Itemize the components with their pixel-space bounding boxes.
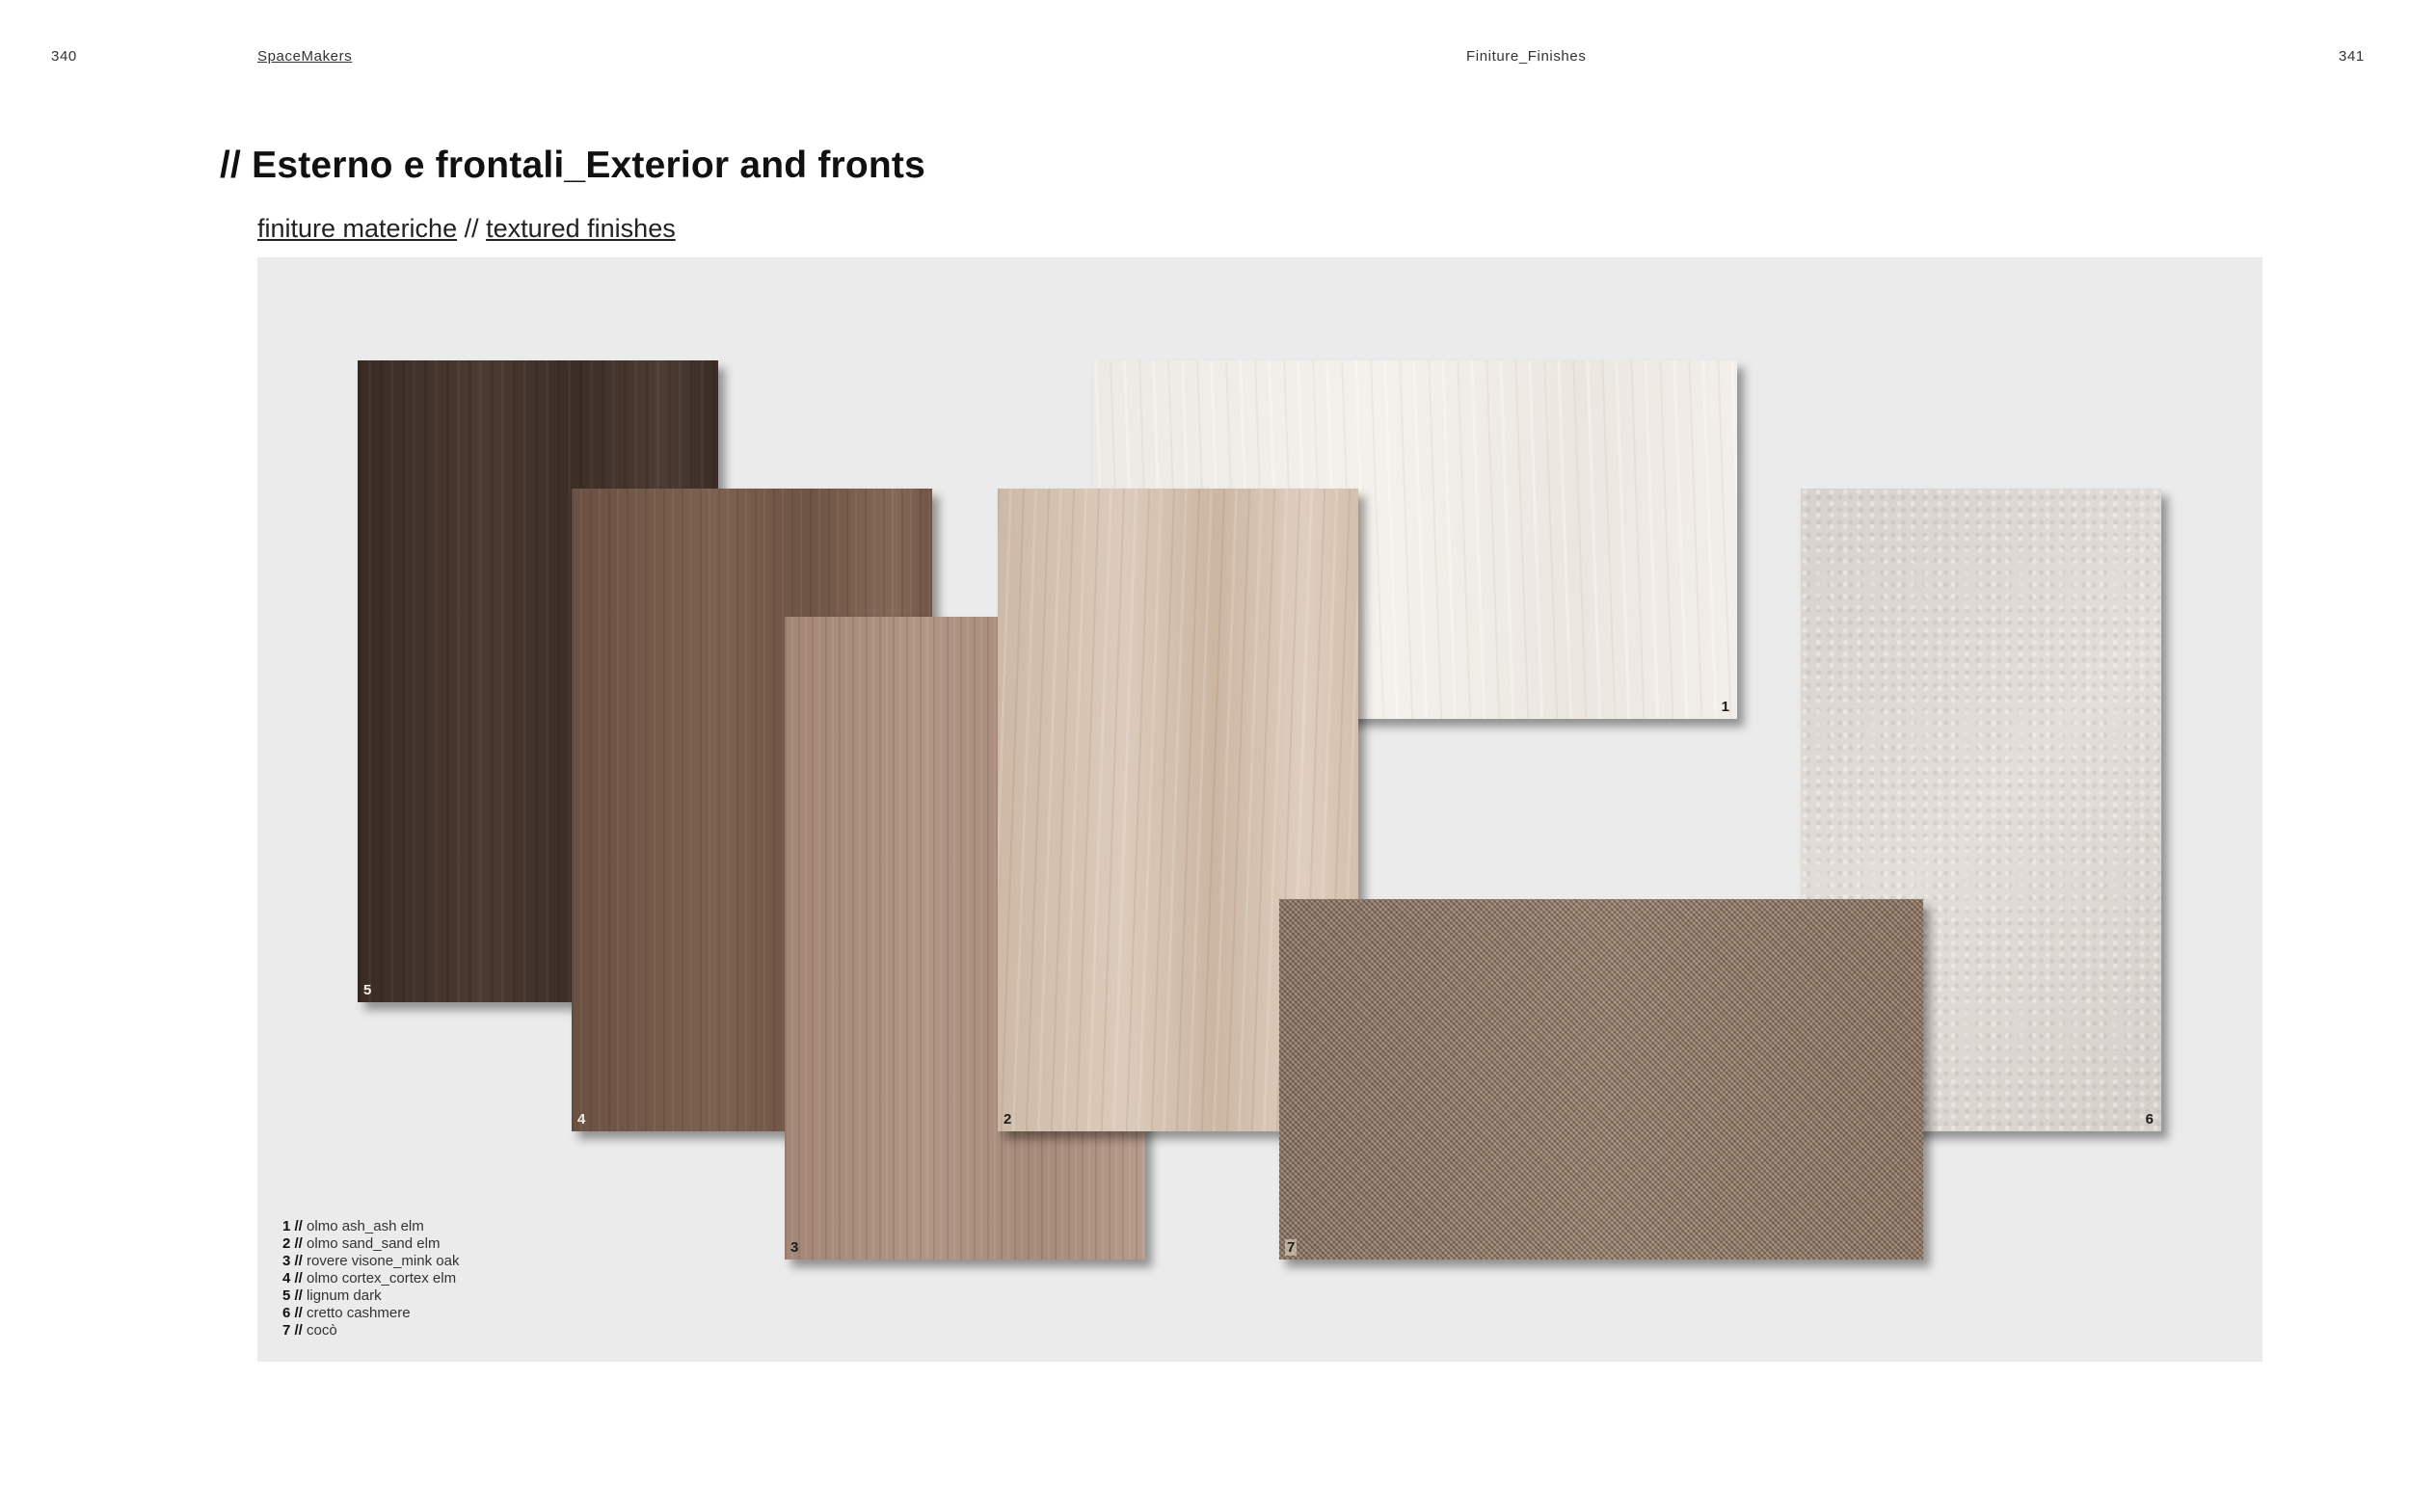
legend-item: 4 // olmo cortex_cortex elm	[282, 1270, 457, 1287]
legend-item: 3 // rovere visone_mink oak	[282, 1253, 460, 1269]
swatch-number: 2	[1004, 1111, 1012, 1127]
swatch-number: 4	[577, 1111, 586, 1127]
legend-item: 1 // olmo ash_ash elm	[282, 1218, 424, 1234]
page-number-right: 341	[2339, 48, 2365, 65]
legend-item: 7 // cocò	[282, 1322, 337, 1339]
page-title: // Esterno e frontali_Exterior and front…	[220, 145, 926, 186]
legend-item: 5 // lignum dark	[282, 1287, 382, 1304]
section-label: Finiture_Finishes	[1466, 48, 1587, 65]
swatch-number: 7	[1285, 1239, 1298, 1256]
swatch-number: 6	[2145, 1111, 2154, 1127]
finish-legend: 1 // olmo ash_ash elm 2 // olmo sand_san…	[282, 1218, 459, 1340]
swatch-panel: 1 5 4 3 2 6 7 1 // olmo ash_ash elm 2 //…	[257, 257, 2262, 1362]
swatch-number: 5	[363, 982, 372, 998]
swatch-number: 1	[1721, 699, 1729, 715]
subtitle-italian: finiture materiche	[257, 214, 458, 243]
legend-item: 6 // cretto cashmere	[282, 1305, 411, 1321]
brand-link[interactable]: SpaceMakers	[257, 48, 352, 65]
subtitle-separator: //	[457, 214, 487, 243]
page-number-left: 340	[51, 48, 77, 65]
subtitle: finiture materiche // textured finishes	[257, 214, 676, 244]
subtitle-english: textured finishes	[486, 214, 676, 243]
legend-item: 2 // olmo sand_sand elm	[282, 1235, 441, 1252]
swatch-coco: 7	[1279, 899, 1923, 1260]
swatch-number: 3	[790, 1239, 799, 1256]
